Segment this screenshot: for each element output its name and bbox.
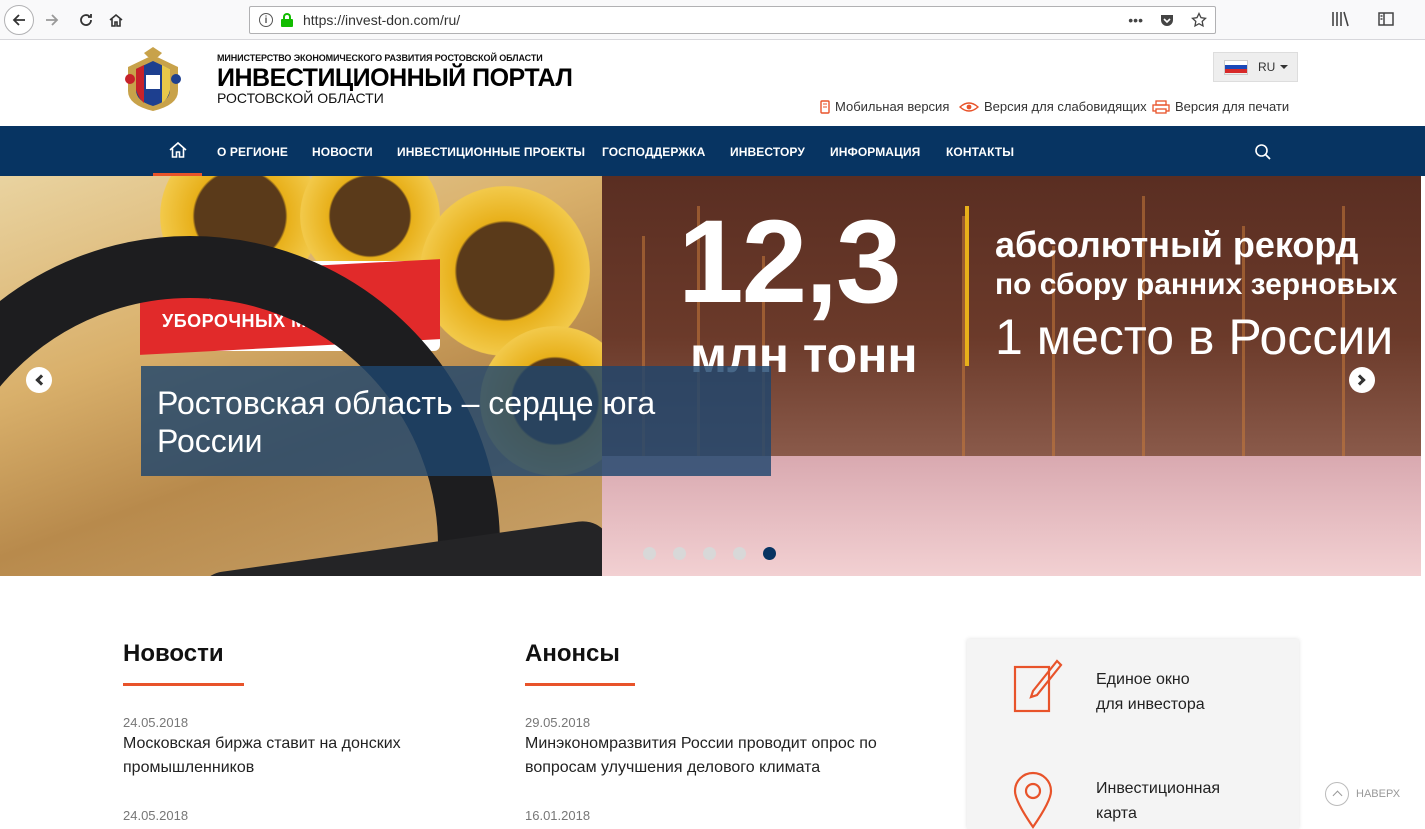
reload-button[interactable] [72, 6, 100, 34]
nav-item-region[interactable]: О РЕГИОНЕ [217, 145, 288, 159]
library-icon[interactable] [1331, 10, 1349, 28]
slider-dot-3[interactable] [703, 547, 716, 560]
info-icon[interactable]: i [259, 13, 273, 27]
reload-icon [80, 14, 92, 26]
hero-slider[interactable]: EZ-PILOT ДЛЯ УБОРОЧНЫХ МАШИН 12,3 млн то… [0, 176, 1421, 576]
record-line-1: абсолютный рекорд [995, 224, 1359, 265]
record-line-2: по сбору ранних зерновых [995, 268, 1398, 301]
page-actions-icon[interactable]: ••• [1128, 12, 1143, 28]
eye-icon [959, 101, 979, 112]
low-vision-link[interactable]: Версия для слабовидящих [959, 99, 1147, 114]
pocket-icon[interactable] [1159, 12, 1175, 28]
ministry-name: МИНИСТЕРСТВО ЭКОНОМИЧЕСКОГО РАЗВИТИЯ РОС… [217, 53, 543, 63]
browser-toolbar: i https://invest-don.com/ru/ ••• [0, 0, 1425, 40]
slide-caption-line-2: России [157, 423, 263, 459]
news-item-title[interactable]: Московская биржа ставит на донских промы… [123, 732, 401, 780]
slide-caption[interactable]: Ростовская область – сердце юга России [141, 366, 771, 476]
coat-of-arms-logo[interactable] [122, 45, 184, 113]
nav-item-information[interactable]: ИНФОРМАЦИЯ [830, 145, 920, 159]
home-icon [109, 13, 123, 27]
scroll-to-top-button[interactable]: НАВЕРХ [1325, 782, 1400, 806]
news-date: 24.05.2018 [123, 808, 189, 823]
russia-flag-icon [1224, 59, 1248, 75]
record-line-3: 1 место в России [995, 309, 1394, 365]
nav-home[interactable] [153, 126, 202, 176]
announcements-section-title[interactable]: Анонсы [525, 640, 620, 668]
printer-icon [1152, 99, 1170, 114]
single-window-link[interactable]: Единое окно для инвестора [1096, 667, 1205, 717]
news-section-title[interactable]: Новости [123, 640, 224, 668]
arrow-left-icon [12, 14, 25, 26]
forward-button[interactable] [38, 6, 66, 34]
nav-item-support[interactable]: ГОСПОДДЕРЖКА [602, 145, 705, 159]
announcement-item-title[interactable]: Минэкономразвития России проводит опрос … [525, 732, 877, 780]
portal-title[interactable]: ИНВЕСТИЦИОННЫЙ ПОРТАЛ [217, 64, 573, 93]
chevron-left-icon [35, 374, 47, 386]
chevron-up-icon [1325, 782, 1349, 806]
slider-prev-button[interactable] [26, 367, 52, 393]
slider-dot-4[interactable] [733, 547, 746, 560]
language-label: RU [1258, 60, 1276, 74]
print-version-link[interactable]: Версия для печати [1152, 99, 1289, 114]
chevron-down-icon [1280, 65, 1289, 69]
slider-dot-1[interactable] [643, 547, 656, 560]
slider-dots [643, 547, 776, 560]
sidebar-icon[interactable] [1377, 10, 1395, 28]
address-bar[interactable]: i https://invest-don.com/ru/ ••• [249, 6, 1216, 34]
lock-icon [281, 13, 293, 27]
nav-item-news[interactable]: НОВОСТИ [312, 145, 373, 159]
announcement-date: 16.01.2018 [525, 808, 591, 823]
slide-divider [965, 206, 969, 366]
chevron-right-icon [1354, 374, 1366, 386]
slider-next-button[interactable] [1349, 367, 1375, 393]
news-date: 24.05.2018 [123, 715, 189, 730]
site-header: МИНИСТЕРСТВО ЭКОНОМИЧЕСКОГО РАЗВИТИЯ РОС… [0, 41, 1425, 126]
news-title-underline [123, 683, 244, 686]
mobile-phone-icon [820, 99, 830, 114]
portal-subtitle: РОСТОВСКОЙ ОБЛАСТИ [217, 90, 384, 106]
mobile-version-link[interactable]: Мобильная версия [820, 99, 949, 114]
home-icon [168, 141, 187, 158]
slider-dot-5[interactable] [763, 547, 776, 560]
announcements-title-underline [525, 683, 635, 686]
investment-map-link[interactable]: Инвестиционная карта [1096, 776, 1220, 826]
nav-item-contacts[interactable]: КОНТАКТЫ [946, 145, 1014, 159]
nav-item-projects[interactable]: ИНВЕСТИЦИОННЫЕ ПРОЕКТЫ [397, 145, 585, 159]
home-button[interactable] [102, 6, 130, 34]
back-button[interactable] [4, 5, 34, 35]
arrow-right-icon [46, 14, 59, 26]
main-navigation: О РЕГИОНЕ НОВОСТИ ИНВЕСТИЦИОННЫЕ ПРОЕКТЫ… [0, 126, 1425, 176]
slider-dot-2[interactable] [673, 547, 686, 560]
map-pin-icon [1013, 771, 1053, 829]
language-select[interactable]: RU [1213, 52, 1298, 82]
bookmark-star-icon[interactable] [1191, 12, 1207, 28]
edit-document-icon [1013, 659, 1063, 713]
quick-links-panel: Единое окно для инвестора Инвестиционная… [967, 639, 1299, 829]
url-text[interactable]: https://invest-don.com/ru/ [303, 12, 460, 28]
announcement-date: 29.05.2018 [525, 715, 591, 730]
nav-item-investor[interactable]: ИНВЕСТОРУ [730, 145, 805, 159]
slide-caption-line-1: Ростовская область – сердце юга [157, 385, 656, 421]
search-icon[interactable] [1254, 143, 1272, 161]
harvest-number: 12,3 [678, 196, 902, 328]
